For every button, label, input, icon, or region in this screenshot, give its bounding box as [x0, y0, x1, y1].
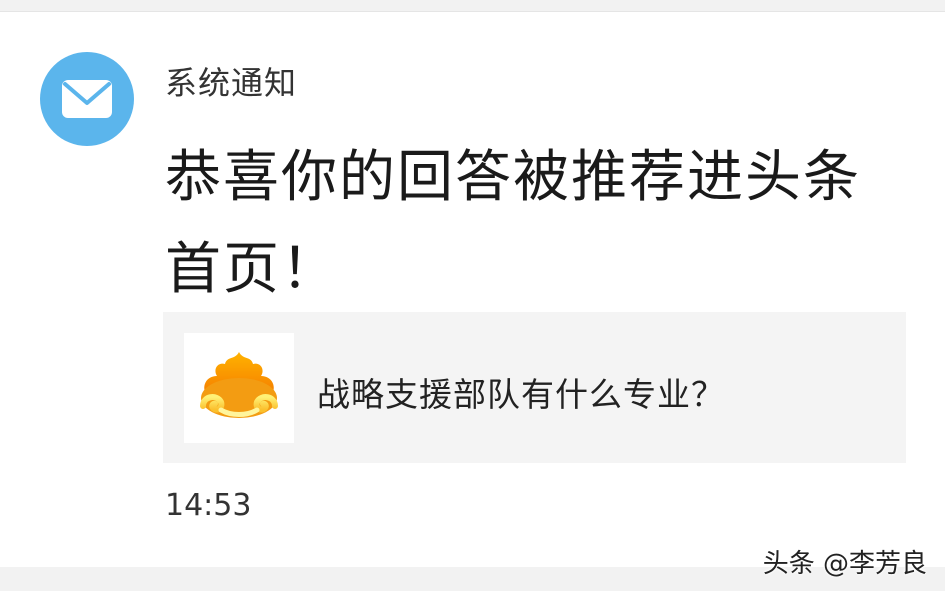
watermark: 头条 @李芳良 [762, 549, 927, 579]
mail-icon [62, 80, 112, 118]
timestamp: 14:53 [165, 488, 252, 523]
wukong-cloud-logo-icon [200, 352, 278, 418]
notification-message: 恭喜你的回答被推荐进头条首页！ [165, 145, 861, 302]
question-card[interactable]: 战略支援部队有什么专业？ [163, 312, 906, 463]
notification-item[interactable]: 系统通知 恭喜你的回答被推荐进头条首页！ 战略支援部队有什么专业？ 14:53 [0, 12, 945, 567]
sender-name: 系统通知 [165, 64, 298, 102]
top-divider [0, 0, 945, 12]
avatar[interactable] [40, 52, 134, 146]
card-title: 战略支援部队有什么专业？ [317, 375, 725, 414]
card-thumbnail [184, 333, 294, 443]
